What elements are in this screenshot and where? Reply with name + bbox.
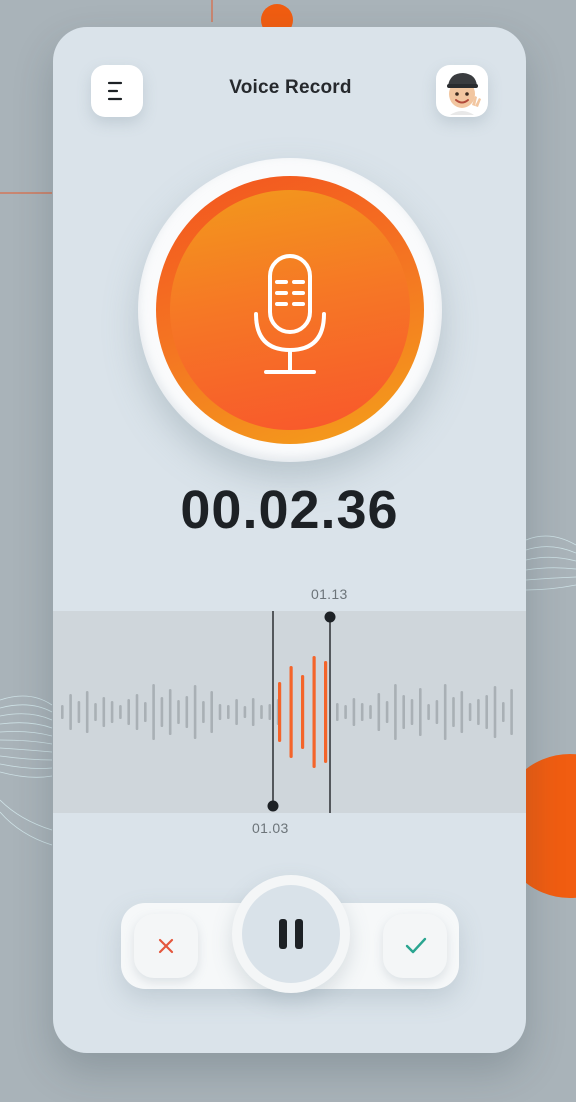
waveform-bar: [268, 704, 272, 720]
waveform-bar: [160, 697, 164, 727]
page-title: Voice Record: [229, 77, 352, 98]
waveform-bar: [202, 701, 205, 723]
waveform-bar: [235, 699, 238, 725]
waveform-bar: [210, 691, 213, 733]
close-icon: [158, 938, 174, 954]
waveform-bar: [360, 703, 364, 721]
waveform-bar: [260, 705, 263, 719]
waveform-bar: [419, 688, 422, 736]
waveform-bar: [502, 702, 505, 722]
waveform: [61, 611, 513, 813]
menu-button[interactable]: [91, 65, 143, 117]
waveform-bar: [493, 686, 497, 738]
voice-recorder-card: Voice Record 00.02.36 01.13 01.03: [53, 27, 526, 1053]
waveform-bar: [251, 698, 255, 726]
record-ring: [156, 176, 424, 444]
waveform-bar: [227, 705, 230, 719]
record-button[interactable]: [138, 158, 442, 462]
waveform-bar: [394, 684, 397, 740]
waveform-bar: [144, 702, 147, 722]
waveform-bar: [168, 689, 172, 735]
waveform-bar: [85, 691, 89, 733]
waveform-bar: [369, 705, 372, 719]
menu-icon: [107, 81, 123, 101]
waveform-bar: [218, 704, 222, 720]
elapsed-time: 00.02.36: [180, 480, 399, 540]
waveform-bar: [460, 691, 464, 733]
waveform-bar-selected: [312, 656, 316, 768]
waveform-bar-selected: [301, 675, 305, 749]
check-icon: [405, 937, 427, 954]
waveform-bar: [243, 706, 247, 718]
waveform-bar: [385, 701, 389, 723]
pause-icon: [279, 919, 303, 949]
waveform-bar: [427, 704, 430, 720]
avatar-button[interactable]: [436, 65, 488, 117]
waveform-bar: [177, 700, 180, 724]
selection-start-handle[interactable]: [267, 800, 279, 812]
waveform-bar: [402, 695, 405, 729]
avatar-icon: [447, 73, 481, 115]
selection-end-handle[interactable]: [324, 611, 336, 623]
waveform-bar: [152, 684, 155, 740]
waveform-bar-selected: [289, 666, 293, 758]
selection-start-time: 01.03: [252, 820, 289, 836]
microphone-icon: [254, 254, 326, 374]
cancel-button[interactable]: [134, 914, 198, 978]
waveform-bar: [69, 694, 72, 730]
waveform-bar: [135, 694, 139, 730]
confirm-button[interactable]: [383, 914, 447, 978]
waveform-bar: [410, 699, 414, 725]
waveform-bar: [185, 696, 189, 728]
waveform-bar: [468, 703, 472, 721]
waveform-bar: [435, 700, 439, 724]
pause-button-frame: [232, 875, 350, 993]
waveform-bar: [77, 701, 81, 723]
waveform-bar: [94, 703, 97, 721]
waveform-track[interactable]: [53, 611, 526, 813]
waveform-bar: [102, 697, 106, 727]
waveform-bar: [193, 685, 197, 739]
selection-end-time: 01.13: [311, 586, 348, 602]
waveform-bar: [336, 703, 339, 721]
waveform-bar: [110, 701, 114, 723]
waveform-bar: [443, 684, 447, 740]
pause-button[interactable]: [242, 885, 340, 983]
waveform-bar: [485, 695, 488, 729]
waveform-bar: [61, 705, 64, 719]
waveform-bar: [352, 698, 356, 726]
waveform-bar: [452, 697, 455, 727]
waveform-bar: [344, 705, 347, 719]
waveform-bar: [377, 693, 381, 731]
waveform-bar: [127, 699, 130, 725]
record-button-face: [170, 190, 410, 430]
waveform-bar: [477, 699, 480, 725]
waveform-bar: [510, 689, 513, 735]
waveform-bar: [119, 705, 122, 719]
waveform-bar-selected: [278, 682, 282, 742]
waveform-bar-selected: [324, 661, 328, 763]
